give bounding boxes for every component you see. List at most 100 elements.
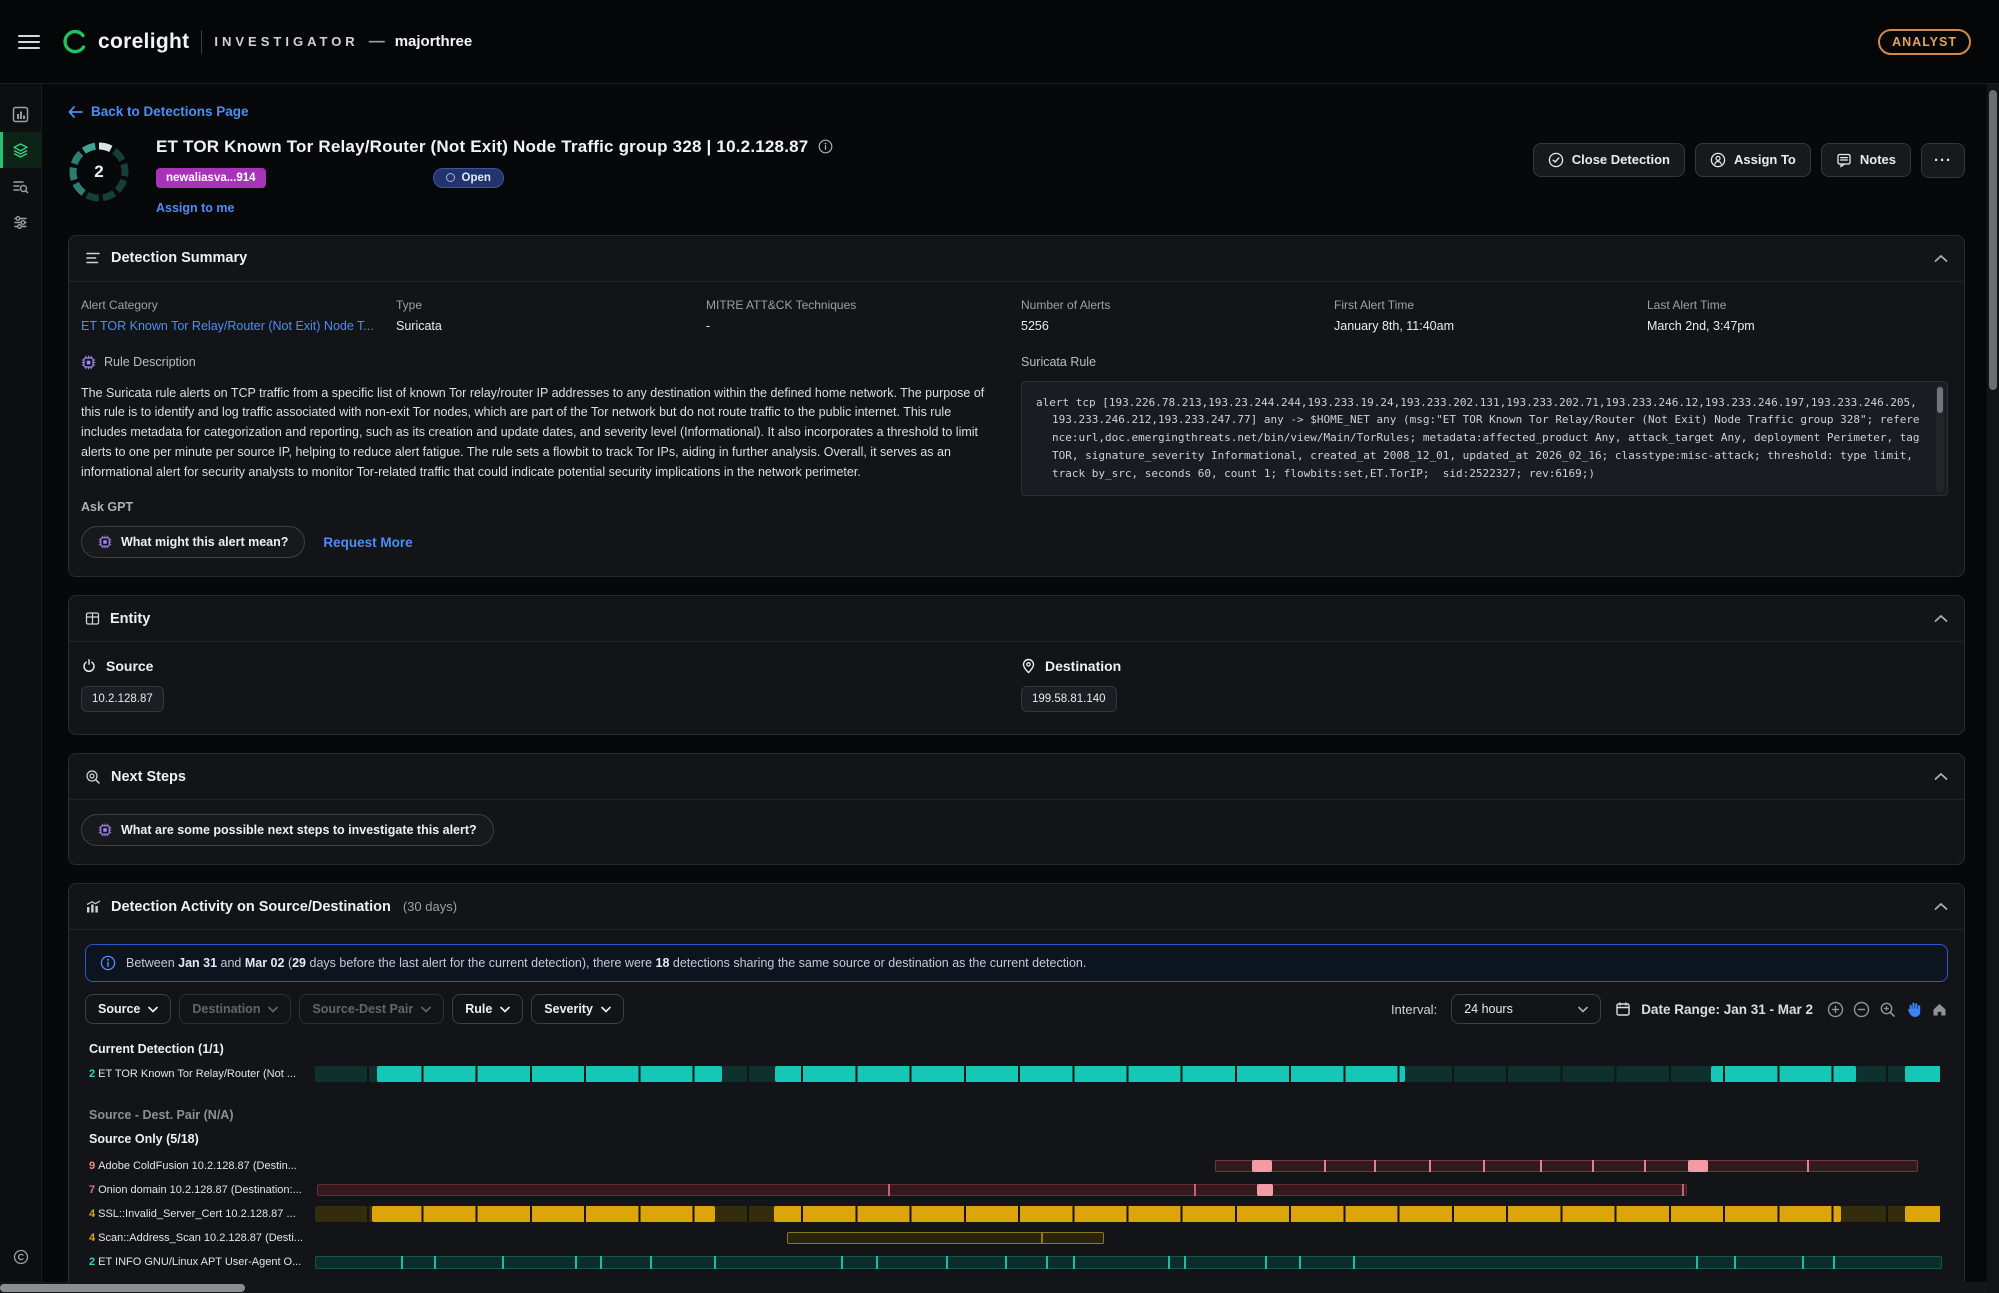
- timeline-row[interactable]: 4Scan::Address_Scan 10.2.128.87 (Desti..…: [89, 1226, 1942, 1250]
- section-title: Next Steps: [111, 769, 186, 785]
- alias-badge[interactable]: newaliasva...914: [156, 168, 266, 188]
- dashboard-icon: [12, 106, 29, 123]
- sidebar-item-about[interactable]: [0, 1239, 42, 1275]
- suricata-rule-label: Suricata Rule: [1021, 355, 1948, 369]
- vertical-scrollbar[interactable]: [1987, 84, 1999, 1293]
- timeline-row[interactable]: 9Adobe ColdFusion 10.2.128.87 (Destin...: [89, 1154, 1942, 1178]
- row-bars[interactable]: [315, 1160, 1942, 1172]
- menu-icon[interactable]: [18, 35, 40, 49]
- info-icon: [100, 955, 116, 971]
- row-bars[interactable]: [315, 1066, 1942, 1082]
- brand-name: corelight: [98, 30, 189, 54]
- filter-severity[interactable]: Severity: [531, 994, 624, 1024]
- risk-score-gauge: 2: [68, 141, 130, 203]
- corelight-logo-icon: [62, 29, 88, 55]
- zoom-out-icon[interactable]: [1853, 1001, 1870, 1018]
- calendar-icon: [1615, 1001, 1631, 1017]
- date-range[interactable]: Date Range: Jan 31 - Mar 2: [1615, 1001, 1813, 1017]
- horizontal-scrollbar[interactable]: [0, 1282, 1987, 1293]
- chevron-down-icon: [1578, 1002, 1588, 1016]
- next-steps-gpt-button[interactable]: What are some possible next steps to inv…: [81, 814, 494, 846]
- next-steps-icon: [85, 769, 101, 785]
- close-detection-button[interactable]: Close Detection: [1533, 143, 1685, 177]
- row-label: 4SSL::Invalid_Server_Cert 10.2.128.87 ..…: [89, 1208, 315, 1220]
- scrollbar-thumb[interactable]: [0, 1284, 245, 1292]
- activity-chart-icon: [85, 900, 101, 914]
- chevron-down-icon: [148, 1006, 158, 1013]
- back-to-detections-link[interactable]: Back to Detections Page: [68, 104, 249, 119]
- section-title: Detection Activity on Source/Destination: [111, 899, 391, 915]
- source-icon: [81, 658, 97, 674]
- alert-category-link[interactable]: ET TOR Known Tor Relay/Router (Not Exit)…: [81, 319, 396, 333]
- sidebar-item-search[interactable]: [0, 168, 42, 204]
- field-type: Type Suricata: [396, 298, 706, 333]
- sidebar-item-detections[interactable]: [0, 132, 42, 168]
- info-icon[interactable]: [818, 139, 833, 154]
- detection-activity-card: Detection Activity on Source/Destination…: [68, 883, 1965, 1293]
- pan-hand-icon[interactable]: [1905, 1001, 1922, 1018]
- zoom-in-icon[interactable]: [1827, 1001, 1844, 1018]
- sidebar: [0, 84, 42, 1293]
- filter-rule[interactable]: Rule: [452, 994, 523, 1024]
- copyright-icon: [13, 1249, 29, 1265]
- suricata-rule-block: Suricata Rule alert tcp [193.226.78.213,…: [1021, 355, 1948, 559]
- row-label: 4Scan::Address_Scan 10.2.128.87 (Desti..…: [89, 1232, 315, 1244]
- next-steps-card: Next Steps What are some possible next s…: [68, 753, 1965, 865]
- row-bars[interactable]: [315, 1184, 1942, 1196]
- brand-logo[interactable]: corelight: [62, 29, 189, 55]
- request-more-link[interactable]: Request More: [323, 535, 412, 550]
- product-name: INVESTIGATOR: [214, 34, 358, 49]
- destination-ip-chip[interactable]: 199.58.81.140: [1021, 686, 1117, 712]
- nav-dash: —: [369, 33, 385, 51]
- filter-source-dest-pair[interactable]: Source-Dest Pair: [299, 994, 444, 1024]
- ask-gpt-button[interactable]: What might this alert mean?: [81, 526, 305, 558]
- timeline-row[interactable]: 2ET TOR Known Tor Relay/Router (Not ...: [89, 1062, 1942, 1086]
- back-arrow-icon: [68, 106, 83, 118]
- code-scrollbar[interactable]: [1936, 385, 1944, 492]
- zoom-select-icon[interactable]: [1879, 1001, 1896, 1018]
- collapse-chevron-icon[interactable]: [1934, 614, 1948, 623]
- more-actions-button[interactable]: ···: [1921, 143, 1965, 178]
- interval-label: Interval:: [1391, 1002, 1437, 1017]
- status-badge[interactable]: Open: [433, 168, 504, 188]
- timeline-row[interactable]: 4SSL::Invalid_Server_Cert 10.2.128.87 ..…: [89, 1202, 1942, 1226]
- assign-to-button[interactable]: Assign To: [1695, 143, 1811, 177]
- source-ip-chip[interactable]: 10.2.128.87: [81, 686, 164, 712]
- sidebar-item-settings[interactable]: [0, 204, 42, 240]
- group-source-dest-pair: Source - Dest. Pair (N/A): [89, 1108, 1942, 1122]
- role-badge[interactable]: ANALYST: [1878, 29, 1971, 55]
- gpt-chip-icon: [98, 823, 112, 837]
- field-last-alert-time: Last Alert Time March 2nd, 3:47pm: [1647, 298, 1948, 333]
- detection-summary-card: Detection Summary Alert Category ET TOR …: [68, 235, 1965, 578]
- timeline-row[interactable]: 2ET INFO GNU/Linux APT User-Agent O...: [89, 1250, 1942, 1274]
- chevron-down-icon: [601, 1006, 611, 1013]
- collapse-chevron-icon[interactable]: [1934, 772, 1948, 781]
- collapse-chevron-icon[interactable]: [1934, 254, 1948, 263]
- sidebar-item-dashboard[interactable]: [0, 96, 42, 132]
- row-bars[interactable]: [315, 1206, 1942, 1222]
- home-icon[interactable]: [1931, 1001, 1948, 1018]
- field-mitre-techniques: MITRE ATT&CK Techniques -: [706, 298, 1021, 333]
- section-subtitle: (30 days): [403, 899, 457, 914]
- scrollbar-thumb[interactable]: [1989, 90, 1997, 390]
- rule-description-text: The Suricata rule alerts on TCP traffic …: [81, 384, 1021, 483]
- filter-destination[interactable]: Destination: [179, 994, 291, 1024]
- rule-description-label: Rule Description: [104, 355, 196, 369]
- timeline-row[interactable]: 7Onion domain 10.2.128.87 (Destination:.…: [89, 1178, 1942, 1202]
- row-bars[interactable]: [315, 1256, 1942, 1269]
- row-label: 9Adobe ColdFusion 10.2.128.87 (Destin...: [89, 1160, 315, 1172]
- ask-gpt-label: Ask GPT: [81, 500, 1021, 514]
- destination-pin-icon: [1021, 658, 1036, 674]
- assign-to-me-link[interactable]: Assign to me: [156, 201, 235, 215]
- page-title: ET TOR Known Tor Relay/Router (Not Exit)…: [156, 137, 808, 157]
- entity-destination-block: Destination 199.58.81.140: [1021, 658, 1948, 712]
- interval-select[interactable]: 24 hours: [1451, 994, 1601, 1024]
- main-content: Back to Detections Page 2 ET TOR Known T…: [42, 84, 1999, 1293]
- row-bars[interactable]: [315, 1232, 1942, 1244]
- notes-button[interactable]: Notes: [1821, 143, 1911, 177]
- collapse-chevron-icon[interactable]: [1934, 902, 1948, 911]
- summary-icon: [85, 251, 101, 265]
- filter-source[interactable]: Source: [85, 994, 171, 1024]
- entity-source-block: Source 10.2.128.87: [81, 658, 1021, 712]
- gpt-chip-icon: [81, 355, 96, 370]
